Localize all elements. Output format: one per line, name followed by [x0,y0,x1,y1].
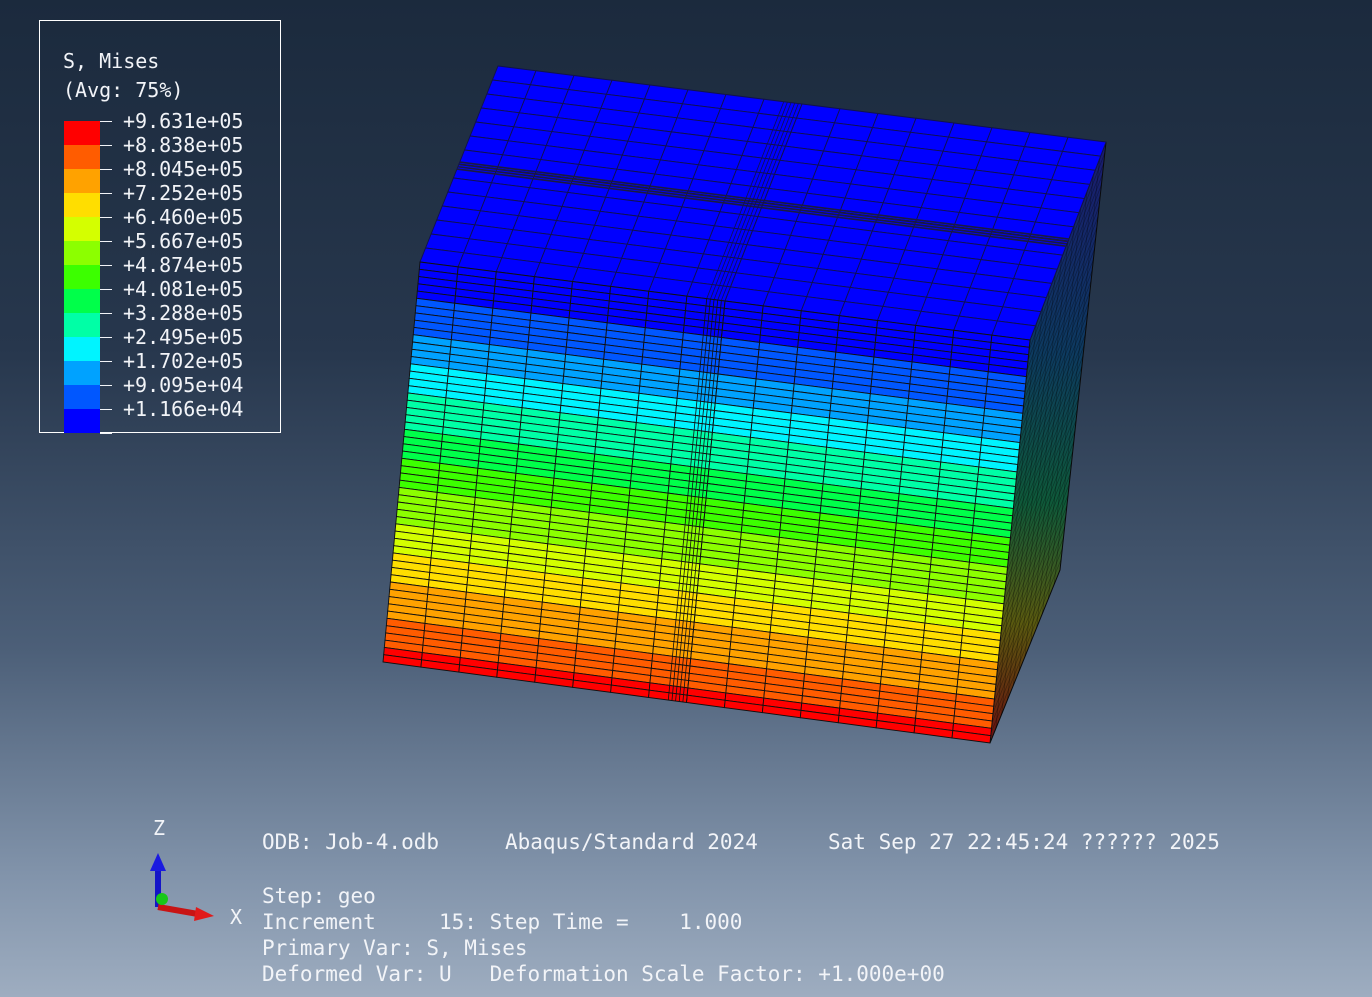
y-axis-dot-icon [156,893,168,905]
x-axis-arrow-icon [194,907,214,921]
odb-name: ODB: Job-4.odb [262,830,440,854]
job-timestamp: Sat Sep 27 22:45:24 ?????? 2025 [828,830,1220,854]
primary-variable: Primary Var: S, Mises [262,936,528,960]
deformed-variable: Deformed Var: U Deformation Scale Factor… [262,962,945,986]
model-front-face [382,261,1031,744]
axis-triad: Z X [130,815,270,929]
solver-version: Abaqus/Standard 2024 [505,830,758,854]
x-axis-label: X [230,905,243,929]
z-axis-arrow-icon [150,853,166,871]
step-name: Step: geo [262,884,376,908]
z-axis-label: Z [153,816,166,840]
increment-info: Increment 15: Step Time = 1.000 [262,910,743,934]
